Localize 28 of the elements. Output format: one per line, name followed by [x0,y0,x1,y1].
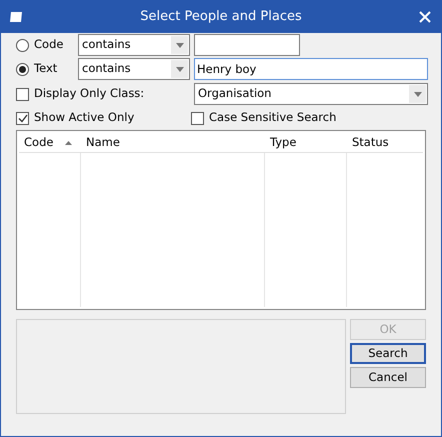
operator-dropdown[interactable]: contains [78,34,190,56]
search-field[interactable]: Henry boy [194,58,428,80]
column-header[interactable]: Name [81,133,265,153]
caret-icon [414,92,422,96]
close-icon[interactable] [419,10,431,22]
window-title: Select People and Places [139,8,303,26]
checkbox-label: Case Sensitive Search [209,109,336,126]
checkbox[interactable] [16,88,29,100]
column-header[interactable]: Status [347,133,423,153]
dialog-button[interactable]: Cancel [350,367,426,388]
radio-label: Code [34,36,64,54]
checkbox[interactable] [191,112,204,124]
checkbox-label: Show Active Only [34,109,134,126]
radio-button[interactable] [16,38,29,52]
checkbox-label: Display Only Class: [34,85,144,102]
operator-dropdown[interactable]: contains [78,58,190,80]
search-field[interactable] [194,34,300,56]
column-header[interactable]: Code [19,133,81,153]
column-header[interactable]: Type [265,133,347,153]
dialog-button[interactable]: Search [350,343,426,364]
caret-icon [176,42,184,48]
radio-label: Text [34,60,58,78]
window-icon [9,10,23,22]
radio-button[interactable] [16,62,29,76]
class-dropdown[interactable]: Organisation [194,83,428,105]
sort-icon [65,140,72,144]
caret-icon [176,66,184,72]
checkbox[interactable] [16,112,29,124]
